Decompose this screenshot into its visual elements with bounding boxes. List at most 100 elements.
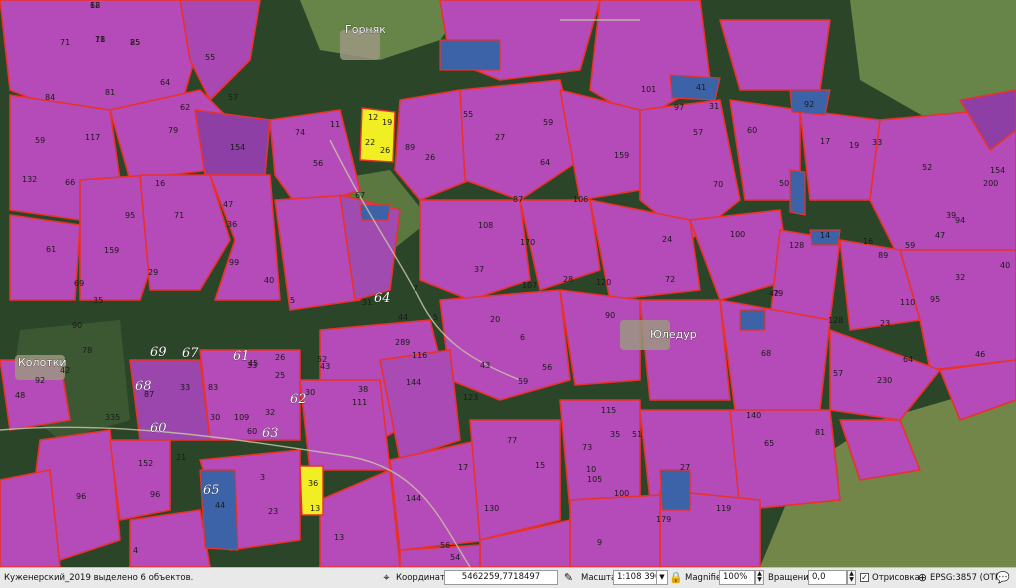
field-number-label: 43 <box>480 361 490 370</box>
field-number-label: 50 <box>779 179 789 188</box>
field-number-label: 23 <box>268 507 278 516</box>
field-number-label: 52 <box>922 163 932 172</box>
field-number-label: 111 <box>352 398 367 407</box>
field-number-label: 92 <box>35 376 45 385</box>
field-number-label: 84 <box>45 93 55 102</box>
field-number-label: 87 <box>513 195 523 204</box>
map-canvas[interactable]: Горняк Колотки Юледур 64 67 61 69 68 62 … <box>0 0 1016 567</box>
field-number-label: 115 <box>601 406 616 415</box>
render-checkbox[interactable]: ✓ <box>860 573 869 582</box>
field-number-label: 56 <box>542 363 552 372</box>
rotation-spin-icon[interactable]: ▲ ▼ <box>847 570 856 585</box>
field-number-label: 92 <box>804 100 814 109</box>
field-number-label: 70 <box>713 180 723 189</box>
field-number-label: 25 <box>275 371 285 380</box>
lock-icon[interactable]: 🔒 <box>669 571 683 584</box>
field-number-label: 9 <box>597 538 602 547</box>
field-number-label: 200 <box>983 179 998 188</box>
field-number-label: 5 <box>433 313 438 322</box>
field-number-label: 44 <box>215 501 225 510</box>
field-number-label: 19 <box>849 141 859 150</box>
field-number-label: 36 <box>227 220 237 229</box>
field-number-label: 72 <box>665 275 675 284</box>
rotation-field[interactable]: 0,0 <box>808 570 847 585</box>
field-number-label: 152 <box>138 459 153 468</box>
field-number-label: 14 <box>820 231 830 240</box>
field-number-label: 154 <box>990 166 1005 175</box>
field-number-label: 109 <box>234 413 249 422</box>
field-number-label: 89 <box>405 143 415 152</box>
field-number-label: 100 <box>614 489 629 498</box>
globe-crs-icon[interactable]: ⊕ <box>916 571 929 584</box>
field-number-label: 54 <box>450 553 460 562</box>
field-number-label: 128 <box>828 316 843 325</box>
field-number-label: 41 <box>696 83 706 92</box>
field-number-label: 57 <box>693 128 703 137</box>
field-number-label: 27 <box>495 133 505 142</box>
field-number-label: 123 <box>463 393 478 402</box>
messages-icon[interactable]: 💬 <box>996 571 1010 584</box>
field-number-label: 59 <box>518 377 528 386</box>
field-number-label: 116 <box>412 351 427 360</box>
status-bar: Куженерский_2019 выделено 6 объектов. ⌖ … <box>0 567 1016 588</box>
handwritten-label: 63 <box>262 426 279 441</box>
field-number-label: 56 <box>313 159 323 168</box>
field-number-label: 48 <box>15 391 25 400</box>
field-number-label: 32 <box>265 408 275 417</box>
field-number-label: 335 <box>105 413 120 422</box>
crs-button[interactable]: EPSG:3857 (OTF) <box>930 568 1003 588</box>
field-number-label: 33 <box>872 138 882 147</box>
field-number-label: 96 <box>76 492 86 501</box>
field-number-label: 52 <box>317 355 327 364</box>
field-number-label: 120 <box>596 278 611 287</box>
field-number-label: 26 <box>425 153 435 162</box>
scale-dropdown-icon[interactable]: ▼ <box>656 570 668 585</box>
selection-status-text: Куженерский_2019 выделено 6 объектов. <box>4 573 194 583</box>
magnifier-field[interactable]: 100% <box>719 570 755 585</box>
field-number-label: 30 <box>305 388 315 397</box>
field-number-label: 60 <box>747 126 757 135</box>
field-number-label: 10 <box>586 465 596 474</box>
field-number-label: 132 <box>22 175 37 184</box>
field-number-label: 27 <box>680 463 690 472</box>
handwritten-label: 65 <box>203 483 220 498</box>
field-number-label: 95 <box>930 295 940 304</box>
field-number-label: 20 <box>490 315 500 324</box>
field-number-label: 12 <box>368 113 378 122</box>
field-number-label: 26 <box>380 146 390 155</box>
field-number-label: 97 <box>674 103 684 112</box>
magnifier-spin-icon[interactable]: ▲ ▼ <box>755 570 764 585</box>
field-number-label: 13 <box>334 533 344 542</box>
handwritten-label: 67 <box>182 346 199 361</box>
field-number-label: 38 <box>358 385 368 394</box>
field-number-label: 24 <box>662 235 672 244</box>
field-number-label: 79 <box>168 126 178 135</box>
field-number-label: 71 <box>60 38 70 47</box>
field-number-label: 33 <box>180 383 190 392</box>
field-number-label: 37 <box>474 265 484 274</box>
field-number-label: 18 <box>95 35 105 44</box>
field-number-label: 65 <box>764 439 774 448</box>
field-number-label: 32 <box>955 273 965 282</box>
field-number-label: 105 <box>587 475 602 484</box>
mouse-coordinate-icon: ⌖ <box>383 571 390 584</box>
field-number-label: 77 <box>507 436 517 445</box>
field-number-label: 5 <box>290 296 295 305</box>
field-number-label: 140 <box>746 411 761 420</box>
field-number-label: 81 <box>815 428 825 437</box>
coordinates-field[interactable]: 5462259,7718497 <box>444 570 558 585</box>
field-number-label: 64 <box>903 355 913 364</box>
field-number-label: 64 <box>160 78 170 87</box>
field-number-label: 67 <box>355 191 365 200</box>
mouse-coordinate-icon[interactable]: ✎ <box>562 571 575 584</box>
handwritten-label: 69 <box>150 345 167 360</box>
field-number-label: 61 <box>46 245 56 254</box>
field-number-label: 96 <box>150 490 160 499</box>
field-number-label: 47 <box>935 231 945 240</box>
field-number-label: 110 <box>900 298 915 307</box>
field-number-label: 55 <box>205 53 215 62</box>
field-number-label: 89 <box>878 251 888 260</box>
field-number-label: 11 <box>330 120 340 129</box>
field-number-label: 230 <box>877 376 892 385</box>
field-number-label: 12 <box>90 1 100 10</box>
